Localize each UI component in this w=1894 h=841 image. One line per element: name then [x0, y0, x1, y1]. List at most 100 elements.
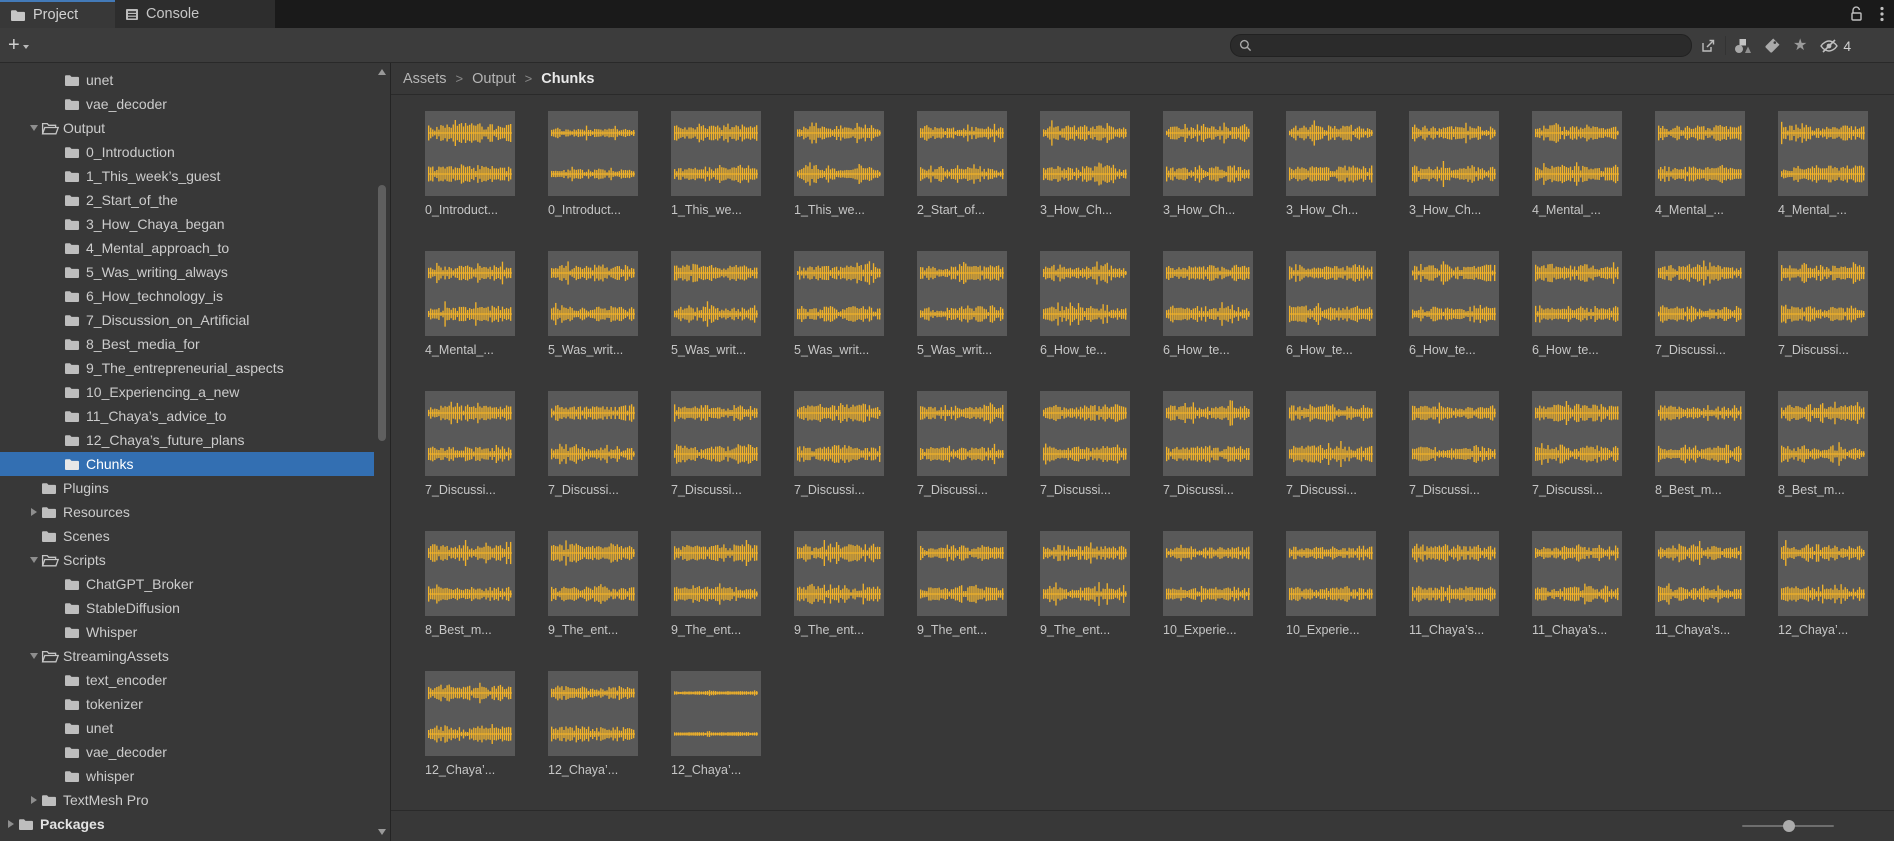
asset-tile[interactable]: 7_Discussi... [917, 391, 1007, 531]
hidden-count-toggle[interactable]: 4 [1813, 32, 1857, 59]
asset-tile[interactable]: 0_Introduct... [548, 111, 638, 251]
asset-tile[interactable]: 0_Introduct... [425, 111, 515, 251]
asset-tile[interactable]: 7_Discussi... [1163, 391, 1253, 531]
breadcrumb-item[interactable]: Output [472, 71, 516, 87]
asset-tile[interactable]: 9_The_ent... [794, 531, 884, 671]
asset-tile[interactable]: 5_Was_writ... [917, 251, 1007, 391]
waveform-thumbnail[interactable] [1655, 251, 1745, 336]
asset-tile[interactable]: 12_Chaya’... [548, 671, 638, 811]
waveform-thumbnail[interactable] [671, 251, 761, 336]
asset-tile[interactable]: 2_Start_of... [917, 111, 1007, 251]
tree-item-whisper[interactable]: Whisper [0, 620, 374, 644]
waveform-thumbnail[interactable] [1040, 111, 1130, 196]
asset-tile[interactable]: 7_Discussi... [1040, 391, 1130, 531]
asset-tile[interactable]: 9_The_ent... [671, 531, 761, 671]
foldout-arrow[interactable] [27, 796, 41, 804]
waveform-thumbnail[interactable] [1163, 251, 1253, 336]
waveform-thumbnail[interactable] [1286, 531, 1376, 616]
tree-item-textmesh-pro[interactable]: TextMesh Pro [0, 788, 374, 812]
asset-tile[interactable]: 7_Discussi... [1286, 391, 1376, 531]
foldout-arrow[interactable] [4, 820, 18, 828]
asset-tile[interactable]: 5_Was_writ... [548, 251, 638, 391]
tree-item-packages[interactable]: Packages [0, 812, 374, 836]
asset-tile[interactable]: 10_Experie... [1286, 531, 1376, 671]
tree-item-11-chaya-s-advice-to[interactable]: 11_Chaya’s_advice_to [0, 404, 374, 428]
waveform-thumbnail[interactable] [671, 391, 761, 476]
waveform-thumbnail[interactable] [1286, 251, 1376, 336]
asset-tile[interactable]: 4_Mental_... [425, 251, 515, 391]
foldout-arrow[interactable] [27, 557, 41, 563]
tree-item-chunks[interactable]: Chunks [0, 452, 374, 476]
waveform-thumbnail[interactable] [425, 671, 515, 756]
tree-item-vae-decoder[interactable]: vae_decoder [0, 740, 374, 764]
search-box[interactable] [1230, 34, 1692, 57]
asset-tile[interactable]: 6_How_te... [1040, 251, 1130, 391]
asset-tile[interactable]: 1_This_we... [671, 111, 761, 251]
asset-tile[interactable]: 3_How_Ch... [1409, 111, 1499, 251]
search-by-label-button[interactable] [1758, 32, 1787, 59]
tree-item-text-encoder[interactable]: text_encoder [0, 668, 374, 692]
waveform-thumbnail[interactable] [1163, 111, 1253, 196]
tree-item-2-start-of-the[interactable]: 2_Start_of_the [0, 188, 374, 212]
waveform-thumbnail[interactable] [1532, 391, 1622, 476]
asset-tile[interactable]: 11_Chaya’s... [1655, 531, 1745, 671]
tree-item-0-introduction[interactable]: 0_Introduction [0, 140, 374, 164]
asset-tile[interactable]: 7_Discussi... [425, 391, 515, 531]
waveform-thumbnail[interactable] [794, 531, 884, 616]
waveform-thumbnail[interactable] [917, 251, 1007, 336]
asset-tile[interactable]: 11_Chaya’s... [1532, 531, 1622, 671]
tree-item-4-mental-approach-to[interactable]: 4_Mental_approach_to [0, 236, 374, 260]
tree-item-output[interactable]: Output [0, 116, 374, 140]
waveform-thumbnail[interactable] [1778, 251, 1868, 336]
tree-item-scenes[interactable]: Scenes [0, 524, 374, 548]
tree-item-stablediffusion[interactable]: StableDiffusion [0, 596, 374, 620]
tree-item-vae-decoder[interactable]: vae_decoder [0, 92, 374, 116]
waveform-thumbnail[interactable] [1040, 391, 1130, 476]
tree-item-5-was-writing-always[interactable]: 5_Was_writing_always [0, 260, 374, 284]
waveform-thumbnail[interactable] [1409, 531, 1499, 616]
asset-tile[interactable]: 6_How_te... [1409, 251, 1499, 391]
waveform-thumbnail[interactable] [1655, 531, 1745, 616]
scroll-up-button[interactable] [378, 69, 386, 75]
create-asset-button[interactable]: + [8, 32, 29, 58]
waveform-thumbnail[interactable] [1409, 111, 1499, 196]
tree-item-7-discussion-on-artificial[interactable]: 7_Discussion_on_Artificial [0, 308, 374, 332]
waveform-thumbnail[interactable] [1778, 391, 1868, 476]
asset-tile[interactable]: 7_Discussi... [1532, 391, 1622, 531]
kebab-menu-button[interactable] [1880, 6, 1884, 22]
waveform-thumbnail[interactable] [425, 531, 515, 616]
waveform-thumbnail[interactable] [1532, 251, 1622, 336]
asset-tile[interactable]: 6_How_te... [1532, 251, 1622, 391]
tree-item-unet[interactable]: unet [0, 68, 374, 92]
asset-tile[interactable]: 5_Was_writ... [671, 251, 761, 391]
waveform-thumbnail[interactable] [917, 531, 1007, 616]
asset-tile[interactable]: 7_Discussi... [1655, 251, 1745, 391]
waveform-thumbnail[interactable] [1163, 391, 1253, 476]
asset-tile[interactable]: 5_Was_writ... [794, 251, 884, 391]
asset-tile[interactable]: 9_The_ent... [917, 531, 1007, 671]
foldout-arrow[interactable] [27, 653, 41, 659]
waveform-thumbnail[interactable] [671, 671, 761, 756]
tree-item-streamingassets[interactable]: StreamingAssets [0, 644, 374, 668]
breadcrumb-item[interactable]: Chunks [541, 71, 594, 87]
tree-item-unet[interactable]: unet [0, 716, 374, 740]
asset-tile[interactable]: 3_How_Ch... [1163, 111, 1253, 251]
asset-tile[interactable]: 4_Mental_... [1655, 111, 1745, 251]
tree-item-chatgpt-broker[interactable]: ChatGPT_Broker [0, 572, 374, 596]
tree-item-whisper[interactable]: whisper [0, 764, 374, 788]
waveform-thumbnail[interactable] [1409, 391, 1499, 476]
tree-item-10-experiencing-a-new[interactable]: 10_Experiencing_a_new [0, 380, 374, 404]
waveform-thumbnail[interactable] [1655, 391, 1745, 476]
tab-project[interactable]: Project [0, 0, 115, 28]
tree-item-3-how-chaya-began[interactable]: 3_How_Chaya_began [0, 212, 374, 236]
waveform-thumbnail[interactable] [425, 251, 515, 336]
thumbnail-zoom-slider[interactable] [1742, 820, 1834, 832]
asset-tile[interactable]: 1_This_we... [794, 111, 884, 251]
waveform-thumbnail[interactable] [1286, 391, 1376, 476]
asset-tile[interactable]: 9_The_ent... [548, 531, 638, 671]
open-search-window-button[interactable] [1694, 32, 1723, 59]
asset-tile[interactable]: 12_Chaya’... [671, 671, 761, 811]
waveform-thumbnail[interactable] [1286, 111, 1376, 196]
tree-item-tokenizer[interactable]: tokenizer [0, 692, 374, 716]
waveform-thumbnail[interactable] [794, 391, 884, 476]
